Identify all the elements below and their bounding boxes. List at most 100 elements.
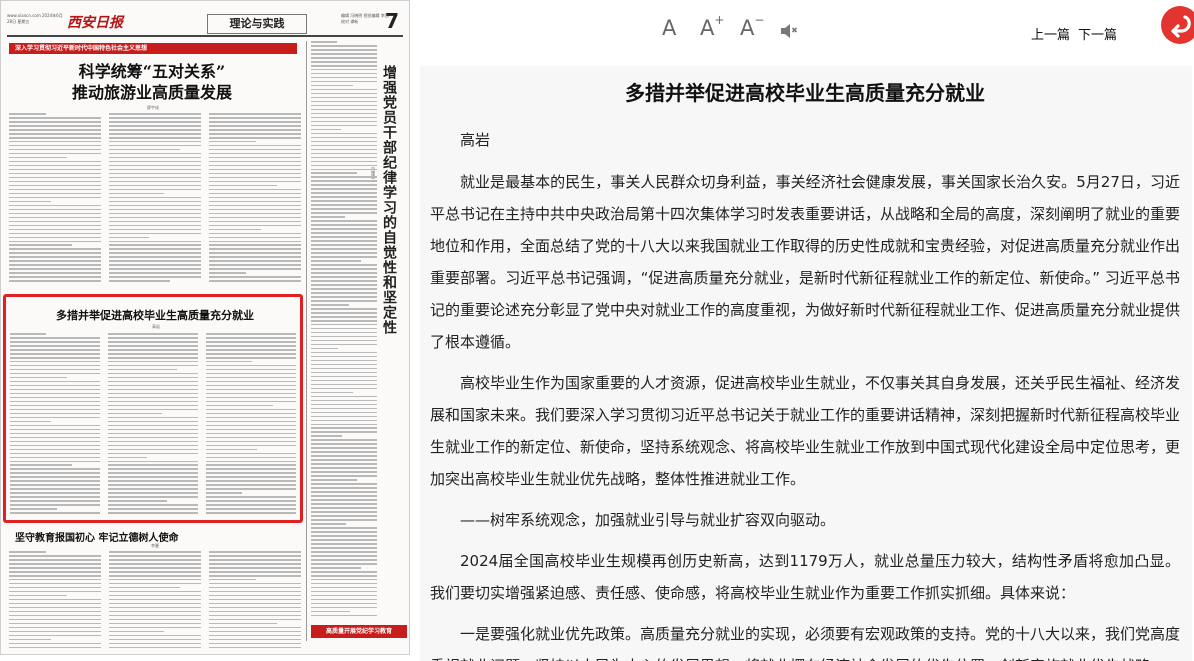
text-line xyxy=(206,500,296,502)
text-line xyxy=(209,566,301,569)
text-line xyxy=(206,456,296,459)
font-decrease-button[interactable]: A− xyxy=(740,13,764,40)
text-line xyxy=(206,476,296,479)
text-line xyxy=(311,152,377,155)
text-line xyxy=(10,372,100,375)
text-line xyxy=(10,404,100,407)
text-line xyxy=(9,558,101,561)
text-line xyxy=(209,136,301,139)
previous-article-link[interactable]: 上一篇 xyxy=(1031,24,1070,43)
text-line xyxy=(311,554,377,557)
article-reader[interactable]: 多措并举促进高校毕业生高质量充分就业 高岩 就业是最基本的民生，事关人民群众切身… xyxy=(420,66,1192,661)
text-line xyxy=(209,582,301,585)
text-line xyxy=(311,503,377,505)
text-line xyxy=(311,443,377,446)
font-increase-button[interactable]: A+ xyxy=(700,13,724,40)
text-line xyxy=(206,372,296,375)
text-line xyxy=(209,622,278,625)
back-arrow-icon[interactable] xyxy=(1161,6,1194,44)
text-line xyxy=(9,208,101,211)
text-line xyxy=(108,368,178,371)
text-line xyxy=(9,228,101,231)
text-line xyxy=(209,128,301,131)
text-line xyxy=(206,336,296,339)
text-line xyxy=(108,508,198,510)
text-line xyxy=(311,60,377,63)
text-line xyxy=(108,364,198,367)
text-line xyxy=(108,448,198,451)
side-article-body[interactable] xyxy=(311,41,377,621)
text-column xyxy=(10,333,100,516)
text-line xyxy=(10,488,100,490)
third-article-headline[interactable]: 坚守教育报国初心 牢记立德树人使命 xyxy=(15,529,178,544)
text-line xyxy=(311,495,377,497)
lead-article-body[interactable] xyxy=(9,113,301,287)
text-line xyxy=(109,634,201,637)
selected-article-headline[interactable]: 多措并举促进高校毕业生高质量充分就业 xyxy=(10,307,300,323)
text-line xyxy=(9,192,101,195)
text-line xyxy=(311,355,377,358)
text-line xyxy=(311,196,377,198)
text-line xyxy=(311,551,377,553)
text-line xyxy=(9,244,73,247)
font-normal-button[interactable]: A xyxy=(662,16,676,40)
article-paragraph: 一是要强化就业优先政策。高质量充分就业的实现，必须要有宏观政策的支持。党的十八大… xyxy=(430,625,1181,661)
text-line xyxy=(9,116,101,119)
text-line xyxy=(10,472,100,475)
text-line xyxy=(108,496,198,498)
text-line xyxy=(10,504,100,506)
text-line xyxy=(9,120,101,123)
text-line xyxy=(209,160,301,163)
text-line xyxy=(109,156,201,159)
text-line xyxy=(311,260,361,262)
text-line xyxy=(9,144,101,147)
text-line xyxy=(209,638,301,641)
text-line xyxy=(209,180,301,183)
text-line xyxy=(9,176,101,179)
text-line xyxy=(209,244,301,247)
text-line xyxy=(311,543,377,545)
text-line xyxy=(108,336,198,339)
text-line xyxy=(206,356,296,359)
text-line xyxy=(9,630,101,633)
text-line xyxy=(9,180,101,183)
text-line xyxy=(10,333,46,335)
text-line xyxy=(311,399,377,402)
text-line xyxy=(108,424,198,427)
text-line xyxy=(109,152,201,155)
text-line xyxy=(311,483,377,485)
text-line xyxy=(206,480,296,483)
newspaper-page-thumbnail[interactable]: www.xiancn.com 2024年6月28日 星期五 西安日报 理论与实践… xyxy=(0,0,410,655)
text-line xyxy=(108,472,198,475)
text-line xyxy=(109,132,201,135)
third-article-body[interactable] xyxy=(9,551,301,651)
text-line xyxy=(109,570,201,573)
speaker-mute-icon[interactable] xyxy=(778,20,800,42)
text-line xyxy=(206,436,296,439)
text-line xyxy=(209,224,301,227)
text-line xyxy=(209,590,301,593)
text-line xyxy=(311,439,377,442)
side-article-headline[interactable]: 增强党员干部纪律学习的自觉性和坚定性 xyxy=(381,65,399,335)
text-line xyxy=(311,220,377,222)
lead-article-headline[interactable]: 科学统筹“五对关系” 推动旅游业高质量发展 xyxy=(21,61,283,103)
text-line xyxy=(109,240,201,243)
text-line xyxy=(108,444,198,447)
text-line xyxy=(9,614,101,617)
text-line xyxy=(10,344,100,347)
text-line xyxy=(206,384,296,387)
text-line xyxy=(109,236,149,239)
text-line xyxy=(311,303,350,306)
text-line xyxy=(311,124,377,127)
text-line xyxy=(9,128,101,131)
text-line xyxy=(9,248,101,251)
text-line xyxy=(9,164,101,167)
next-article-link[interactable]: 下一篇 xyxy=(1078,24,1117,43)
selected-article-highlight[interactable]: 多措并举促进高校毕业生高质量充分就业 高岩 xyxy=(3,294,303,523)
text-line xyxy=(209,212,301,215)
text-line xyxy=(109,180,201,183)
text-line xyxy=(108,333,198,335)
text-line xyxy=(10,468,100,471)
text-line xyxy=(209,220,301,223)
text-line xyxy=(209,618,301,621)
